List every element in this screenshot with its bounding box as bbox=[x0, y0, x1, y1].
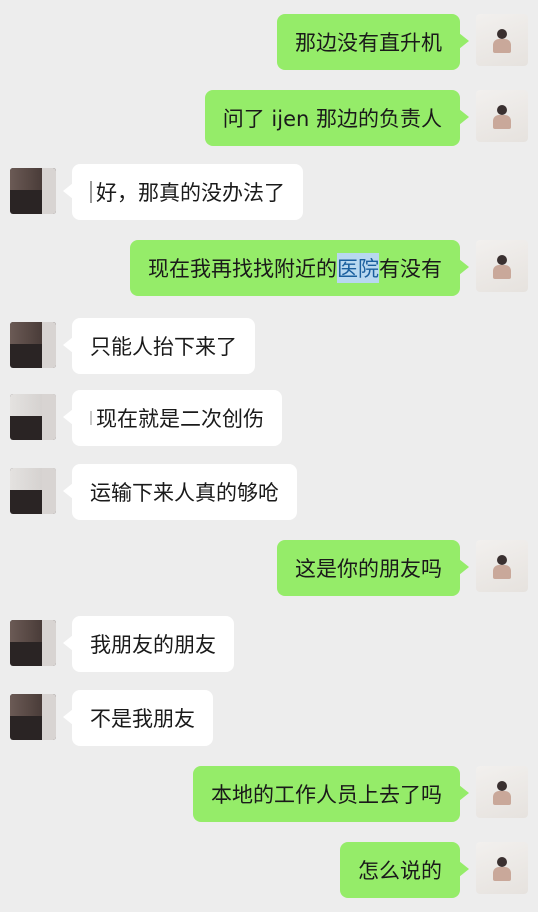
message-row: 这是你的朋友吗 bbox=[0, 540, 538, 600]
message-row: 现在就是二次创伤 bbox=[0, 390, 538, 450]
message-row: 只能人抬下来了 bbox=[0, 318, 538, 378]
highlighted-text[interactable]: 医院 bbox=[337, 253, 379, 283]
message-text: 有没有 bbox=[379, 257, 442, 281]
message-row: 怎么说的 bbox=[0, 842, 538, 902]
sent-message-bubble[interactable]: 怎么说的 bbox=[340, 842, 469, 898]
message-text: 怎么说的 bbox=[358, 859, 442, 883]
self-avatar[interactable] bbox=[476, 240, 528, 292]
self-avatar[interactable] bbox=[476, 540, 528, 592]
message-text: 那边没有直升机 bbox=[295, 31, 442, 55]
received-message-bubble[interactable]: 不是我朋友 bbox=[63, 690, 213, 746]
message-text: 这是你的朋友吗 bbox=[295, 557, 442, 581]
received-message-bubble[interactable]: 只能人抬下来了 bbox=[63, 318, 255, 374]
text-cursor bbox=[90, 411, 92, 425]
message-text: 我朋友的朋友 bbox=[90, 633, 216, 657]
contact-avatar[interactable] bbox=[10, 168, 56, 214]
sent-message-bubble[interactable]: 问了 ijen 那边的负责人 bbox=[204, 90, 470, 146]
sent-message-bubble[interactable]: 那边没有直升机 bbox=[277, 14, 469, 70]
sent-message-bubble[interactable]: 这是你的朋友吗 bbox=[277, 540, 469, 596]
self-avatar[interactable] bbox=[476, 14, 528, 66]
self-avatar[interactable] bbox=[476, 842, 528, 894]
text-cursor bbox=[90, 181, 92, 203]
message-row: 本地的工作人员上去了吗 bbox=[0, 766, 538, 826]
self-avatar[interactable] bbox=[476, 766, 528, 818]
message-row: 问了 ijen 那边的负责人 bbox=[0, 90, 538, 150]
message-text: 不是我朋友 bbox=[90, 707, 195, 731]
received-message-bubble[interactable]: 运输下来人真的够呛 bbox=[63, 464, 297, 520]
message-text: 本地的工作人员上去了吗 bbox=[211, 783, 442, 807]
received-message-bubble[interactable]: 我朋友的朋友 bbox=[63, 616, 234, 672]
sent-message-bubble[interactable]: 现在我再找找附近的 医院 有没有 bbox=[130, 240, 469, 296]
contact-avatar[interactable] bbox=[10, 394, 56, 440]
message-text: 问了 ijen 那边的负责人 bbox=[222, 107, 442, 131]
contact-avatar[interactable] bbox=[10, 620, 56, 666]
message-text: 现在就是二次创伤 bbox=[96, 407, 264, 431]
message-row: 好，那真的没办法了 bbox=[0, 164, 538, 224]
message-text: 现在我再找找附近的 bbox=[148, 257, 337, 281]
received-message-bubble[interactable]: 好，那真的没办法了 bbox=[63, 164, 303, 220]
sent-message-bubble[interactable]: 本地的工作人员上去了吗 bbox=[193, 766, 469, 822]
message-text: 只能人抬下来了 bbox=[90, 335, 237, 359]
contact-avatar[interactable] bbox=[10, 694, 56, 740]
message-row: 运输下来人真的够呛 bbox=[0, 464, 538, 524]
contact-avatar[interactable] bbox=[10, 468, 56, 514]
message-row: 现在我再找找附近的 医院 有没有 bbox=[0, 240, 538, 300]
self-avatar[interactable] bbox=[476, 90, 528, 142]
received-message-bubble[interactable]: 现在就是二次创伤 bbox=[63, 390, 282, 446]
message-row: 不是我朋友 bbox=[0, 690, 538, 750]
message-text: 运输下来人真的够呛 bbox=[90, 481, 279, 505]
message-row: 那边没有直升机 bbox=[0, 14, 538, 74]
contact-avatar[interactable] bbox=[10, 322, 56, 368]
message-text: 好，那真的没办法了 bbox=[96, 181, 285, 205]
message-row: 我朋友的朋友 bbox=[0, 616, 538, 676]
